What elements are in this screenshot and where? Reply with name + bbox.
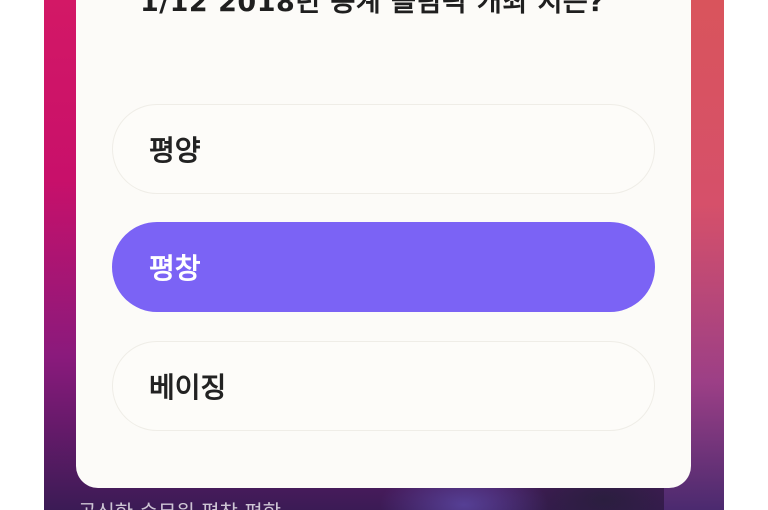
answer-option-label: 평양 bbox=[149, 134, 201, 167]
quiz-question: 1/12 2018년 동계 올림픽 개최 지는? bbox=[140, 0, 605, 18]
background-caption: 공식한 승무원 평창 편함 bbox=[78, 496, 281, 510]
answer-option-beijing[interactable]: 베이징 bbox=[112, 341, 655, 431]
answer-option-label: 베이징 bbox=[149, 371, 227, 404]
answer-option-pyongyang[interactable]: 평양 bbox=[112, 104, 655, 194]
left-margin bbox=[0, 0, 44, 510]
answer-option-label: 평창 bbox=[149, 252, 201, 285]
answer-option-pyeongchang[interactable]: 평창 bbox=[112, 222, 655, 312]
right-margin bbox=[724, 0, 768, 510]
